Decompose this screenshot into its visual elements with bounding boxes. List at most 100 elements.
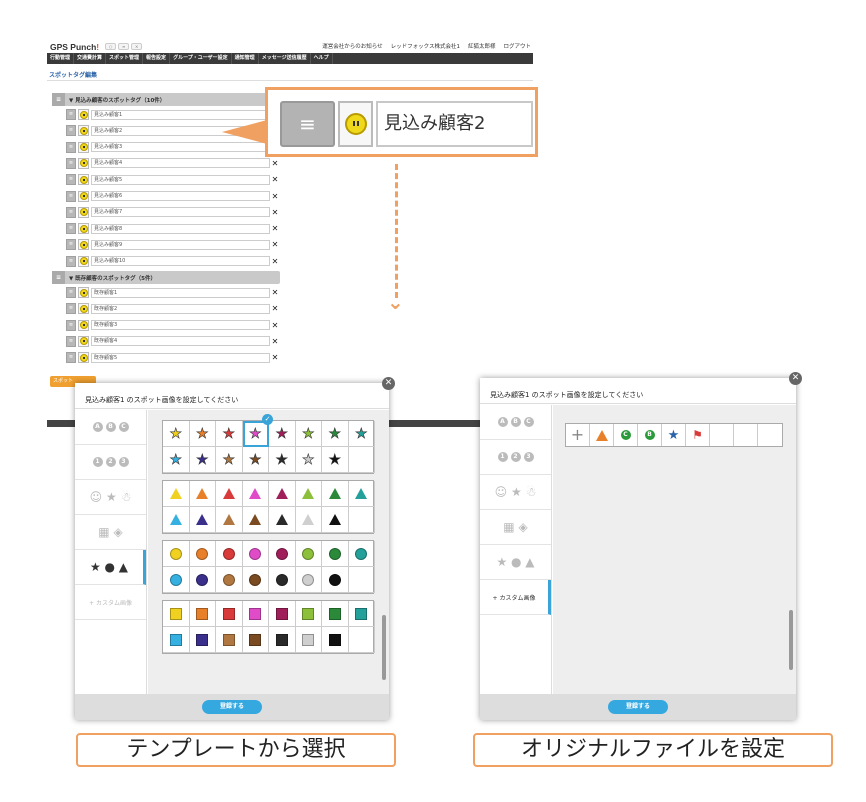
company-link[interactable]: レッドフォックス株式会社1 [391,42,460,50]
tag-name-field[interactable]: 既存顧客5 [91,352,270,363]
icon-cell[interactable] [348,601,375,627]
icon-cell[interactable] [163,601,190,627]
icon-cell[interactable]: ★ [216,421,243,447]
icon-cell[interactable] [269,481,296,507]
delete-icon[interactable]: ✕ [270,353,280,362]
delete-icon[interactable]: ✕ [270,208,280,217]
icon-cell[interactable] [269,507,296,533]
icon-cell[interactable] [295,541,322,567]
category-faces[interactable]: ☺ ★ ☃ [480,475,551,510]
icon-cell[interactable] [295,507,322,533]
smiley-icon[interactable] [78,303,89,315]
icon-cell[interactable] [322,601,349,627]
icon-cell[interactable]: ★ [295,447,322,473]
icon-cell[interactable] [242,601,269,627]
tag-name-field[interactable]: 見込み顧客10 [91,256,270,267]
window-button[interactable]: ○ [105,43,117,50]
smiley-icon[interactable] [78,174,89,186]
delete-icon[interactable]: ✕ [270,240,280,249]
drag-handle-icon[interactable]: ≡ [52,93,65,106]
icon-cell[interactable] [216,601,243,627]
smiley-icon[interactable] [78,239,89,251]
tag-name-field[interactable]: 見込み顧客2 [376,101,533,147]
icon-cell[interactable] [163,541,190,567]
delete-icon[interactable]: ✕ [270,288,280,297]
logout-link[interactable]: ログアウト [503,42,531,50]
category-shapes[interactable]: ★ ● ▲ [75,550,146,585]
icon-cell[interactable] [322,507,349,533]
drag-handle-icon[interactable]: ≡ [280,101,335,147]
icon-cell[interactable] [216,567,243,593]
tag-name-field[interactable]: 既存顧客4 [91,336,270,347]
register-button[interactable]: 登録する [608,700,668,714]
icon-cell[interactable]: ★ ✓ [242,414,273,447]
smiley-icon[interactable] [78,287,89,298]
smiley-icon[interactable] [78,141,89,153]
delete-icon[interactable]: ✕ [270,304,280,313]
icon-cell[interactable]: ★ [322,421,349,447]
icon-cell[interactable] [242,481,269,507]
smiley-icon[interactable] [78,352,89,364]
icon-cell[interactable] [242,567,269,593]
custom-image-item[interactable]: + カスタム画像 [75,585,146,620]
icon-cell[interactable]: ★ [242,447,269,473]
tag-name-field[interactable]: 見込み顧客9 [91,239,270,250]
icon-cell[interactable]: ★ [322,447,349,473]
drag-handle-icon[interactable]: ≡ [66,352,76,364]
close-icon[interactable]: ✕ [789,372,802,385]
icon-cell[interactable]: ★ [163,447,190,473]
icon-cell[interactable] [269,567,296,593]
category-numbers[interactable]: 123 [75,445,146,480]
custom-thumb[interactable] [590,424,614,446]
drag-handle-icon[interactable]: ≡ [66,255,76,267]
icon-cell[interactable] [295,481,322,507]
tag-name-field[interactable]: 既存顧客1 [91,287,270,298]
custom-thumb[interactable]: C [614,424,638,446]
icon-cell[interactable] [348,481,375,507]
drag-handle-icon[interactable]: ≡ [66,303,76,315]
category-letters[interactable]: ABC [75,410,146,445]
group-header-prospects[interactable]: ≡ ▼ 見込み顧客のスポットタグ（10件） [52,93,280,106]
drag-handle-icon[interactable]: ≡ [52,271,65,284]
drag-handle-icon[interactable]: ≡ [66,335,76,347]
drag-handle-icon[interactable]: ≡ [66,319,76,331]
icon-cell[interactable] [216,507,243,533]
icon-cell[interactable]: ★ [269,421,296,447]
drag-handle-icon[interactable]: ≡ [66,287,76,298]
custom-thumb[interactable]: B [638,424,662,446]
icon-cell[interactable] [189,481,216,507]
icon-cell[interactable] [322,567,349,593]
icon-cell[interactable] [348,507,375,533]
star-thumb[interactable]: ★ [662,424,686,446]
drag-handle-icon[interactable]: ≡ [66,223,76,235]
group-header-existing[interactable]: ≡ ▼ 既存顧客のスポットタグ（5件） [52,271,280,284]
icon-cell[interactable] [189,627,216,653]
smiley-icon[interactable] [78,190,89,202]
icon-cell[interactable]: ★ [295,421,322,447]
icon-cell[interactable] [163,567,190,593]
drag-handle-icon[interactable]: ≡ [66,206,76,218]
icon-cell[interactable] [295,601,322,627]
nav-item[interactable]: 行動管理 [47,53,75,64]
icon-cell[interactable] [189,601,216,627]
smiley-icon[interactable] [78,157,89,169]
category-numbers[interactable]: 123 [480,440,551,475]
window-button[interactable]: × [131,43,143,50]
delete-icon[interactable]: ✕ [270,224,280,233]
icon-cell[interactable]: ★ [216,447,243,473]
drag-handle-icon[interactable]: ≡ [66,109,76,120]
nav-item[interactable]: グループ・ユーザー設定 [170,53,232,64]
smiley-icon[interactable] [338,101,373,147]
icon-cell[interactable] [163,627,190,653]
window-button[interactable]: ≡ [118,43,130,50]
icon-cell[interactable]: ★ [189,447,216,473]
register-button[interactable]: 登録する [202,700,262,714]
icon-cell[interactable] [322,627,349,653]
delete-icon[interactable]: ✕ [270,321,280,330]
icon-cell[interactable]: ★ [269,447,296,473]
icon-cell[interactable] [242,541,269,567]
smiley-icon[interactable] [78,109,89,120]
icon-cell[interactable] [295,627,322,653]
category-buildings[interactable]: ▦ ◈ [480,510,551,545]
icon-cell[interactable] [295,567,322,593]
